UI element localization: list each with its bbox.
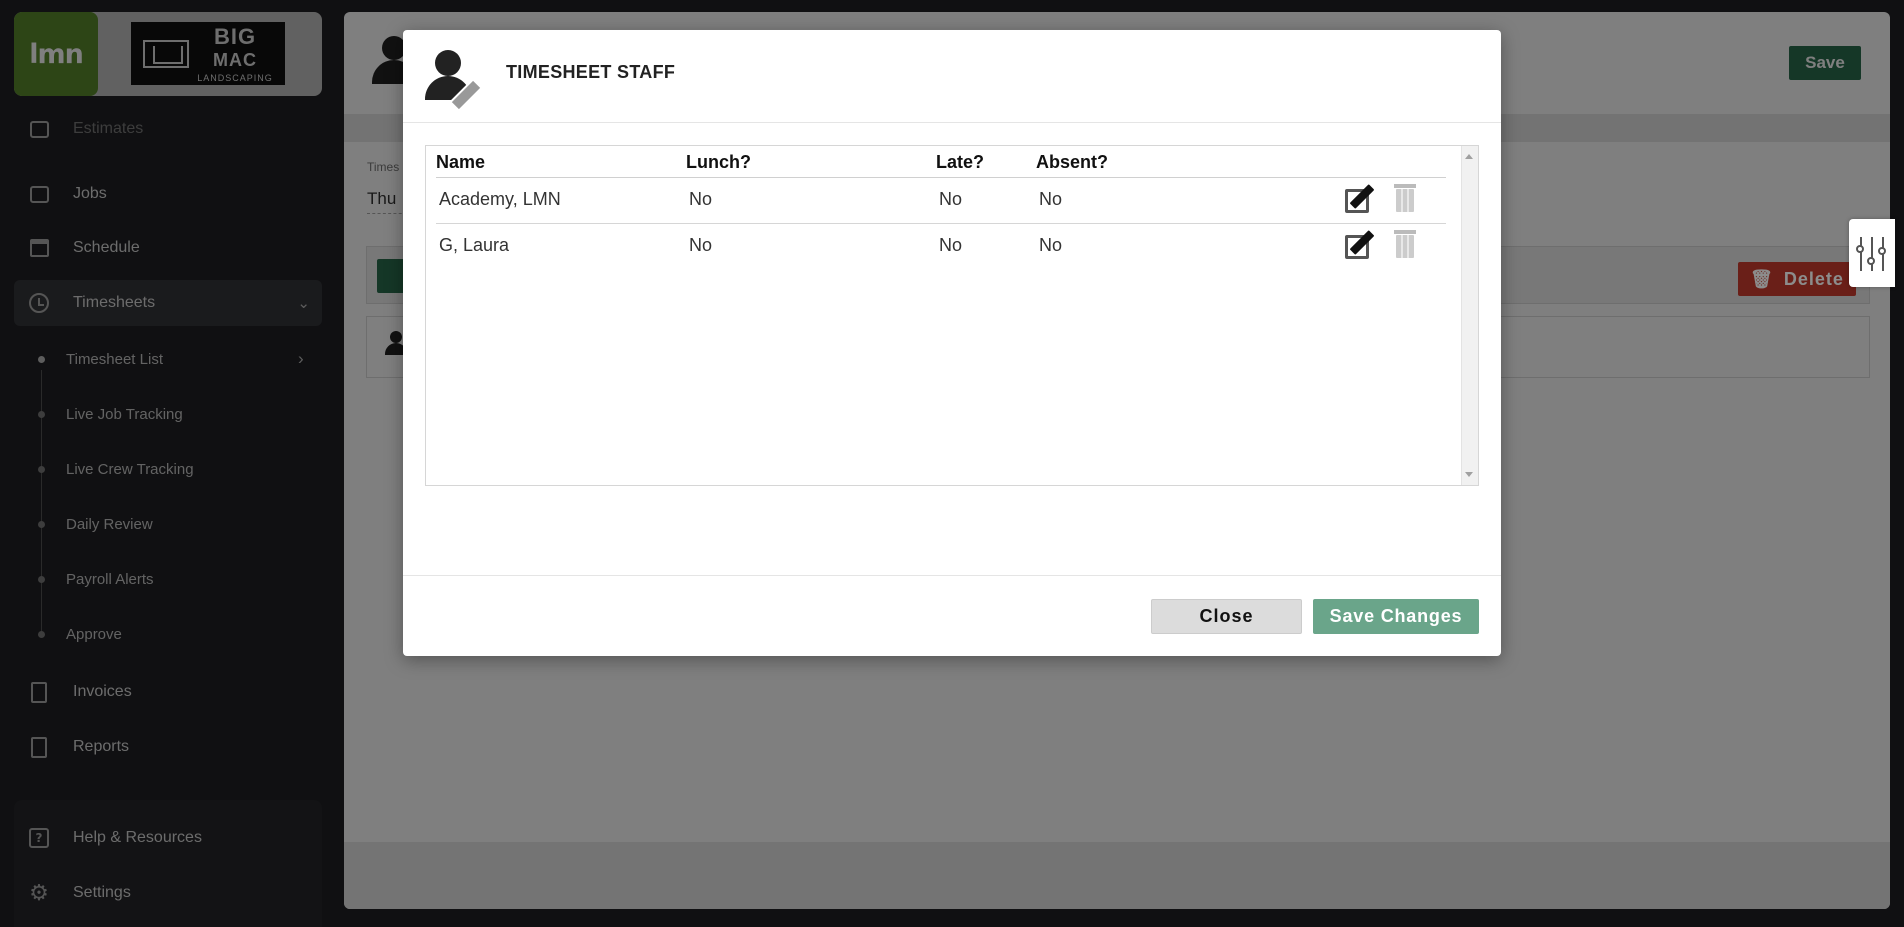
table-row[interactable]: G, Laura No No No <box>436 224 1446 269</box>
staff-absent: No <box>1039 235 1063 255</box>
staff-absent: No <box>1039 189 1063 209</box>
scroll-up-icon[interactable] <box>1465 154 1473 159</box>
save-changes-button[interactable]: Save Changes <box>1313 599 1479 634</box>
modal-header: TIMESHEET STAFF <box>403 30 1501 123</box>
column-header-absent[interactable]: Absent? <box>1036 152 1108 173</box>
staff-late: No <box>939 189 963 209</box>
modal-footer: Close Save Changes <box>403 575 1501 657</box>
grid-scrollbar[interactable] <box>1461 146 1478 485</box>
table-row[interactable]: Academy, LMN No No No <box>436 178 1446 224</box>
slider-icon <box>1860 237 1862 271</box>
column-header-name[interactable]: Name <box>436 152 485 173</box>
staff-name: G, Laura <box>439 235 510 255</box>
close-button[interactable]: Close <box>1151 599 1302 634</box>
staff-name: Academy, LMN <box>439 189 561 209</box>
edit-icon[interactable] <box>1345 229 1375 259</box>
delete-button-label: Delete <box>1783 268 1844 289</box>
staff-grid: Name Lunch? Late? Absent? Academy, LMN N… <box>425 145 1479 486</box>
edit-icon[interactable] <box>1345 183 1375 213</box>
trash-icon[interactable] <box>1394 230 1416 258</box>
staff-late: No <box>939 235 963 255</box>
staff-lunch: No <box>689 189 713 209</box>
delete-button[interactable]: 🗑 Delete <box>1738 262 1856 296</box>
filter-settings-tab[interactable] <box>1849 219 1895 287</box>
modal-title: TIMESHEET STAFF <box>506 62 676 82</box>
trash-icon[interactable] <box>1394 184 1416 212</box>
trash-icon: 🗑 <box>1750 268 1774 289</box>
staff-lunch: No <box>689 235 713 255</box>
user-edit-icon <box>425 50 487 112</box>
scroll-down-icon[interactable] <box>1465 472 1473 477</box>
column-header-lunch[interactable]: Lunch? <box>686 152 751 173</box>
column-header-late[interactable]: Late? <box>936 152 984 173</box>
timesheet-staff-modal: TIMESHEET STAFF Name Lunch? Late? Absent… <box>403 30 1501 656</box>
